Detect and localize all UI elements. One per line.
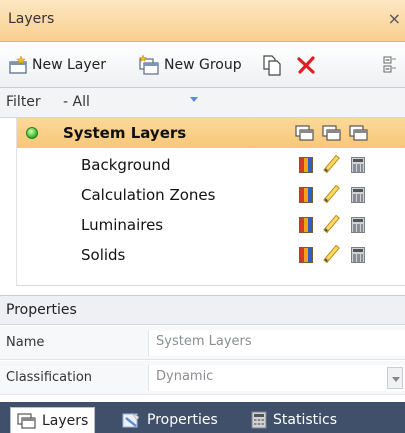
layers-icon (17, 412, 37, 429)
new-layer-button[interactable]: New Layer (8, 52, 106, 78)
visibility-icon[interactable] (295, 125, 314, 141)
property-row-classification: Classification Dynamic (0, 361, 405, 395)
panel-title-bar: Layers × (0, 0, 405, 42)
delete-icon (296, 55, 316, 75)
tab-label: Layers (42, 412, 89, 429)
tree-item-label: Luminaires (81, 216, 164, 234)
calculator-icon[interactable] (351, 217, 365, 233)
filter-select[interactable]: - All (63, 94, 90, 110)
property-value: System Layers (156, 334, 252, 349)
copy-icon (262, 54, 282, 76)
properties-header: Properties (0, 295, 405, 325)
copy-button[interactable] (262, 52, 282, 78)
tree-item[interactable]: Calculation Zones (17, 180, 405, 210)
new-layer-icon (8, 55, 28, 74)
calculator-icon[interactable] (351, 157, 365, 173)
tree-item[interactable]: Luminaires (17, 210, 405, 240)
expand-collapse-button[interactable] (383, 52, 397, 78)
pencil-icon[interactable] (323, 184, 340, 204)
new-group-label: New Group (164, 57, 242, 73)
property-label: Name (6, 335, 45, 350)
tree-item-label: Calculation Zones (81, 186, 216, 204)
close-icon[interactable]: × (388, 9, 401, 28)
properties-icon (122, 411, 142, 429)
calculator-icon[interactable] (351, 247, 365, 263)
expand-collapse-icon (383, 55, 397, 75)
name-field[interactable]: System Layers (148, 330, 405, 356)
tree-item-label: Solids (81, 246, 126, 264)
property-value: Dynamic (156, 369, 214, 384)
layer-tree: System Layers Background Calculation Zon… (16, 118, 405, 286)
calculate-icon[interactable] (349, 125, 368, 141)
new-layer-label: New Layer (32, 57, 107, 73)
property-row-name: Name System Layers (0, 326, 405, 360)
chevron-down-icon[interactable] (190, 97, 198, 102)
color-icon[interactable] (299, 217, 313, 233)
calculator-icon[interactable] (351, 187, 365, 203)
classification-select[interactable]: Dynamic (148, 365, 405, 391)
bottom-tab-strip: Layers Properties Statistics (0, 402, 405, 433)
tab-layers[interactable]: Layers (10, 407, 96, 433)
new-group-icon (138, 54, 160, 75)
color-icon[interactable] (299, 157, 313, 173)
tab-statistics[interactable]: Statistics (244, 407, 343, 433)
new-group-button[interactable]: New Group (138, 52, 242, 78)
pencil-icon[interactable] (323, 244, 340, 264)
color-icon[interactable] (299, 247, 313, 263)
tree-group-label: System Layers (63, 124, 187, 142)
filter-label: Filter (6, 94, 41, 110)
pencil-icon[interactable] (323, 214, 340, 234)
delete-button[interactable] (296, 52, 316, 78)
tab-label: Properties (147, 412, 218, 428)
pencil-icon[interactable] (323, 154, 340, 174)
color-icon[interactable] (299, 187, 313, 203)
tree-item-label: Background (81, 156, 171, 174)
chevron-down-icon[interactable] (387, 367, 403, 389)
lock-icon[interactable] (322, 125, 341, 141)
tree-group-system-layers[interactable]: System Layers (17, 118, 405, 148)
filter-bar: Filter - All (0, 88, 405, 118)
layers-toolbar: New Layer New Group (0, 42, 405, 88)
tree-item[interactable]: Background (17, 150, 405, 180)
status-dot-icon (26, 127, 38, 139)
property-label: Classification (6, 370, 93, 385)
properties-title: Properties (6, 302, 77, 318)
tab-properties[interactable]: Properties (116, 407, 224, 433)
statistics-icon (250, 411, 268, 429)
tab-label: Statistics (273, 412, 337, 428)
tree-item[interactable]: Solids (17, 240, 405, 270)
panel-title: Layers (8, 11, 55, 27)
